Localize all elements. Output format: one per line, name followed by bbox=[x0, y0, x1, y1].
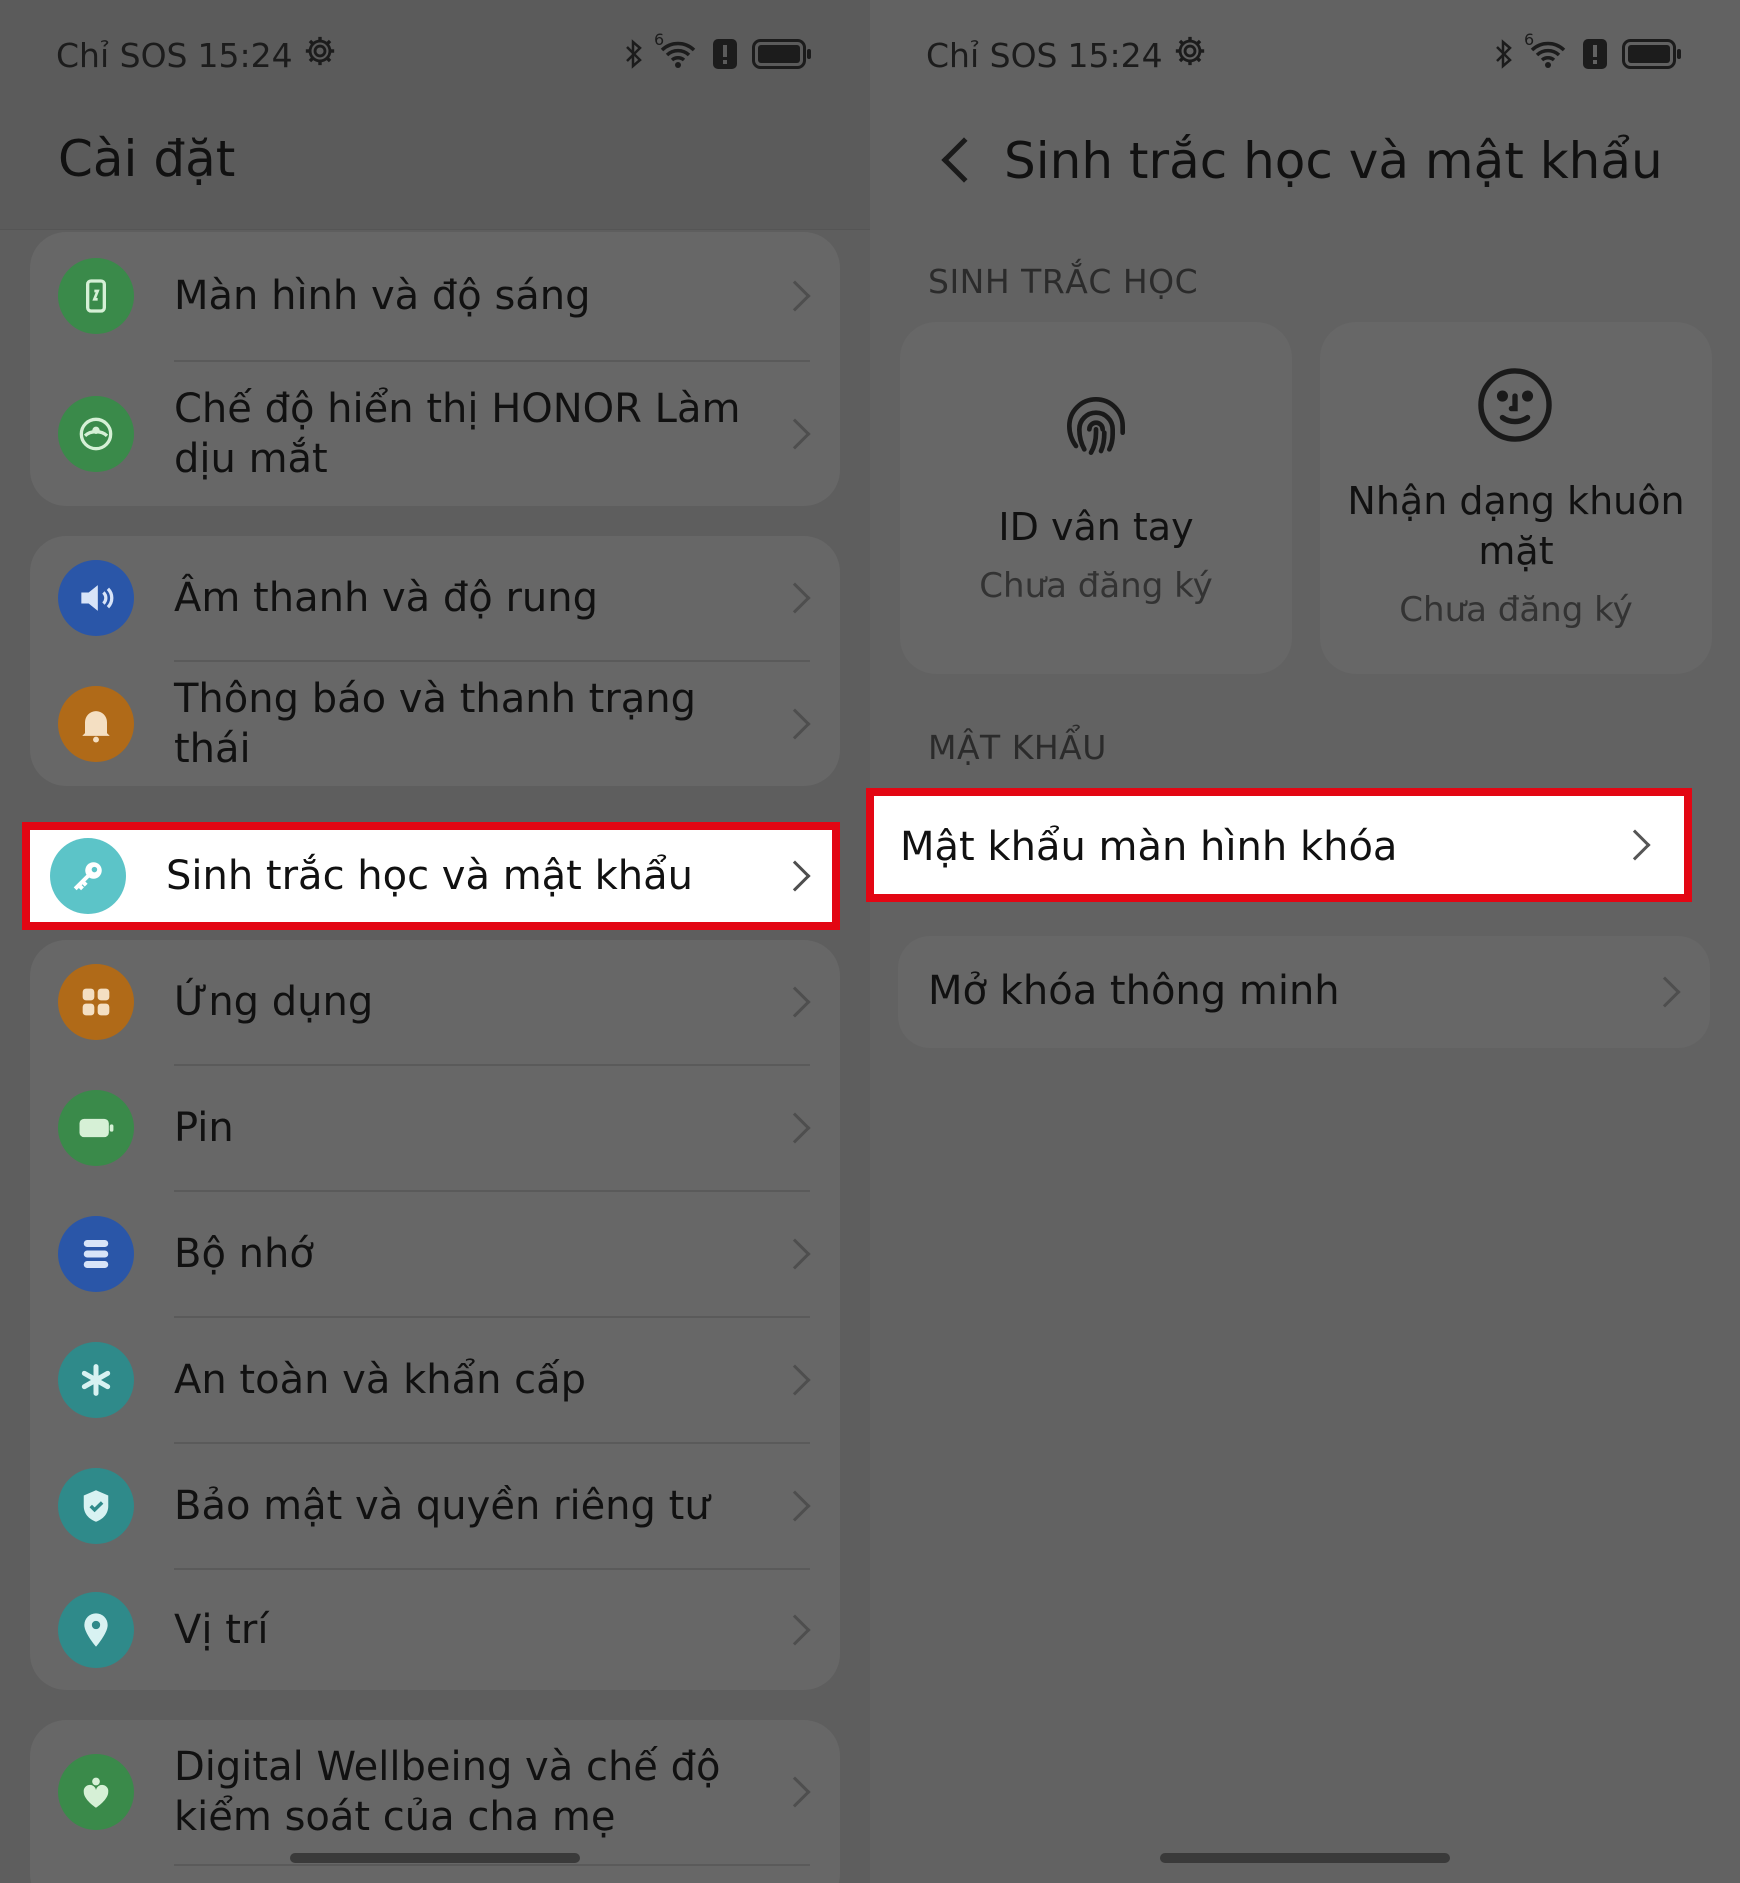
key-icon bbox=[50, 838, 126, 914]
settings-item-label: An toàn và khẩn cấp bbox=[174, 1357, 587, 1403]
settings-group-apps: Ứng dụng Pin Bộ nhớ An toàn và khẩn cấp bbox=[30, 940, 840, 1690]
network-badge: 6 bbox=[654, 30, 665, 49]
settings-item-biometrics-password[interactable]: Sinh trắc học và mật khẩu bbox=[22, 822, 840, 930]
back-arrow-icon[interactable] bbox=[941, 137, 987, 183]
status-bar: Chỉ SOS 15:24 6 bbox=[870, 0, 1740, 112]
wifi-icon: 6 bbox=[1524, 30, 1568, 74]
chevron-right-icon bbox=[779, 1364, 811, 1396]
face-smile-icon bbox=[1472, 362, 1558, 452]
settings-item-eye-comfort[interactable]: Chế độ hiển thị HONOR Làm dịu mắt bbox=[30, 362, 840, 506]
settings-item-sound[interactable]: Âm thanh và độ rung bbox=[30, 536, 840, 660]
shield-icon bbox=[58, 1468, 134, 1544]
settings-item-label: Digital Wellbeing và chế độ kiểm soát củ… bbox=[174, 1744, 721, 1840]
storage-icon bbox=[58, 1216, 134, 1292]
home-indicator[interactable] bbox=[1160, 1853, 1450, 1863]
gear-icon bbox=[1173, 34, 1207, 76]
home-indicator[interactable] bbox=[290, 1853, 580, 1863]
settings-item-location[interactable]: Vị trí bbox=[30, 1570, 840, 1690]
settings-item-label: Màn hình và độ sáng bbox=[174, 273, 591, 319]
settings-item-label: Pin bbox=[174, 1105, 234, 1151]
smart-unlock-item[interactable]: Mở khóa thông minh bbox=[898, 936, 1710, 1048]
settings-item-label: Vị trí bbox=[174, 1607, 269, 1653]
chevron-right-icon bbox=[1619, 829, 1651, 861]
gear-icon bbox=[303, 34, 337, 76]
chevron-right-icon bbox=[1649, 976, 1681, 1008]
settings-item-apps[interactable]: Ứng dụng bbox=[30, 940, 840, 1064]
settings-item-label: Chế độ hiển thị HONOR Làm dịu mắt bbox=[174, 386, 741, 482]
fingerprint-icon bbox=[1056, 386, 1136, 470]
carrier-text: Chỉ SOS bbox=[56, 35, 188, 75]
carrier-text: Chỉ SOS bbox=[926, 35, 1058, 75]
apps-icon bbox=[58, 964, 134, 1040]
section-label-password: MẬT KHẨU bbox=[928, 728, 1107, 767]
status-bar: Chỉ SOS 15:24 6 bbox=[0, 0, 870, 112]
settings-item-privacy[interactable]: Bảo mật và quyền riêng tư bbox=[30, 1444, 840, 1568]
alert-icon bbox=[712, 38, 738, 74]
chevron-right-icon bbox=[779, 1112, 811, 1144]
page-title: Sinh trắc học và mật khẩu bbox=[1004, 132, 1663, 190]
network-badge: 6 bbox=[1524, 30, 1535, 49]
settings-item-digital-wellbeing[interactable]: Digital Wellbeing và chế độ kiểm soát củ… bbox=[30, 1720, 840, 1864]
bluetooth-icon bbox=[1494, 38, 1514, 74]
face-recognition-status: Chưa đăng ký bbox=[1399, 590, 1633, 630]
fingerprint-id-card[interactable]: ID vân tay Chưa đăng ký bbox=[900, 322, 1292, 674]
fingerprint-title: ID vân tay bbox=[998, 505, 1194, 549]
asterisk-icon bbox=[58, 1342, 134, 1418]
speaker-icon bbox=[58, 560, 134, 636]
face-recognition-card[interactable]: Nhận dạng khuôn mặt Chưa đăng ký bbox=[1320, 322, 1712, 674]
face-recognition-title: Nhận dạng khuôn mặt bbox=[1347, 479, 1685, 573]
page-title: Cài đặt bbox=[58, 130, 236, 188]
display-icon bbox=[58, 258, 134, 334]
section-label-biometrics: SINH TRẮC HỌC bbox=[928, 262, 1199, 301]
wellbeing-heart-icon bbox=[58, 1754, 134, 1830]
battery-status-icon bbox=[1622, 39, 1682, 73]
settings-item-label: Ứng dụng bbox=[174, 979, 374, 1025]
bluetooth-icon bbox=[624, 38, 644, 74]
fingerprint-status: Chưa đăng ký bbox=[979, 566, 1213, 606]
chevron-right-icon bbox=[779, 582, 811, 614]
battery-status-icon bbox=[752, 39, 812, 73]
chevron-right-icon bbox=[779, 1614, 811, 1646]
chevron-right-icon bbox=[779, 986, 811, 1018]
settings-panel: Chỉ SOS 15:24 6 Cài đặt Màn hình và độ s… bbox=[0, 0, 870, 1883]
chevron-right-icon bbox=[779, 860, 811, 892]
settings-item-battery[interactable]: Pin bbox=[30, 1066, 840, 1190]
settings-item-storage[interactable]: Bộ nhớ bbox=[30, 1192, 840, 1316]
wifi-icon: 6 bbox=[654, 30, 698, 74]
settings-header: Chỉ SOS 15:24 6 Cài đặt bbox=[0, 0, 870, 230]
settings-item-display[interactable]: Màn hình và độ sáng bbox=[30, 232, 840, 360]
settings-group-sound: Âm thanh và độ rung Thông báo và thanh t… bbox=[30, 536, 840, 786]
settings-item-notifications[interactable]: Thông báo và thanh trạng thái bbox=[30, 662, 840, 786]
divider bbox=[174, 1864, 810, 1866]
settings-group-display: Màn hình và độ sáng Chế độ hiển thị HONO… bbox=[30, 232, 840, 506]
settings-item-label: Âm thanh và độ rung bbox=[174, 575, 599, 621]
smart-unlock-label: Mở khóa thông minh bbox=[928, 968, 1340, 1014]
time-text: 15:24 bbox=[197, 35, 293, 75]
chevron-right-icon bbox=[779, 1238, 811, 1270]
eye-comfort-icon bbox=[58, 396, 134, 472]
chevron-right-icon bbox=[779, 1776, 811, 1808]
settings-item-label: Sinh trắc học và mật khẩu bbox=[166, 853, 693, 899]
biometrics-header: Sinh trắc học và mật khẩu bbox=[870, 122, 1740, 202]
chevron-right-icon bbox=[779, 418, 811, 450]
chevron-right-icon bbox=[779, 1490, 811, 1522]
lock-screen-password-item[interactable]: Mật khẩu màn hình khóa bbox=[866, 788, 1692, 902]
settings-item-safety[interactable]: An toàn và khẩn cấp bbox=[30, 1318, 840, 1442]
settings-item-label: Thông báo và thanh trạng thái bbox=[174, 676, 697, 772]
location-pin-icon bbox=[58, 1592, 134, 1668]
bell-icon bbox=[58, 686, 134, 762]
chevron-right-icon bbox=[779, 708, 811, 740]
biometrics-panel: Chỉ SOS 15:24 6 Sinh trắc học và mật khẩ… bbox=[870, 0, 1740, 1883]
settings-item-label: Bảo mật và quyền riêng tư bbox=[174, 1483, 710, 1529]
chevron-right-icon bbox=[779, 280, 811, 312]
lock-screen-password-label: Mật khẩu màn hình khóa bbox=[900, 824, 1398, 870]
time-text: 15:24 bbox=[1067, 35, 1163, 75]
settings-item-label: Bộ nhớ bbox=[174, 1231, 314, 1277]
battery-icon bbox=[58, 1090, 134, 1166]
alert-icon bbox=[1582, 38, 1608, 74]
